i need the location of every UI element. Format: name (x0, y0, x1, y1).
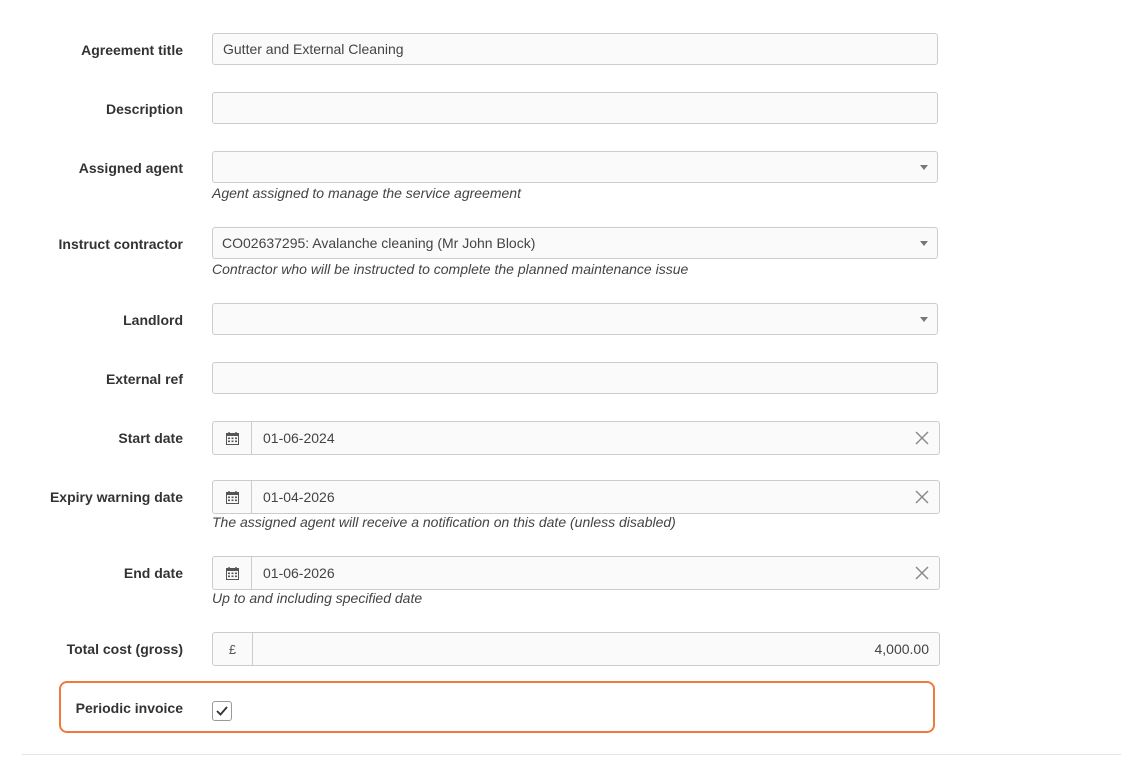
calendar-icon[interactable] (213, 557, 252, 589)
close-icon[interactable] (915, 490, 929, 504)
chevron-down-icon (920, 317, 928, 322)
instruct-contractor-label: Instruct contractor (58, 236, 183, 252)
chevron-down-icon (920, 241, 928, 246)
end-date-picker[interactable]: 01-06-2026 (212, 556, 940, 590)
total-cost-value: 4,000.00 (874, 641, 930, 657)
divider (22, 754, 1121, 755)
expiry-warning-date-label: Expiry warning date (49, 489, 183, 505)
periodic-invoice-checkbox[interactable] (212, 701, 232, 721)
landlord-select[interactable] (212, 303, 938, 335)
expiry-warning-date-help: The assigned agent will receive a notifi… (212, 514, 676, 530)
start-date-label: Start date (118, 430, 183, 446)
description-input[interactable] (212, 92, 938, 124)
expiry-warning-date-picker[interactable]: 01-04-2026 (212, 480, 940, 514)
calendar-icon[interactable] (213, 481, 252, 513)
assigned-agent-help: Agent assigned to manage the service agr… (212, 185, 521, 201)
description-label: Description (105, 101, 183, 117)
agreement-title-input[interactable]: Gutter and External Cleaning (212, 33, 938, 65)
assigned-agent-select[interactable] (212, 151, 938, 183)
total-cost-input[interactable]: £ 4,000.00 (212, 632, 940, 666)
landlord-label: Landlord (123, 312, 183, 328)
currency-addon: £ (213, 633, 253, 665)
checkmark-icon (216, 706, 228, 716)
calendar-icon[interactable] (213, 422, 252, 454)
close-icon[interactable] (915, 566, 929, 580)
agreement-title-label: Agreement title (81, 42, 183, 58)
chevron-down-icon (920, 165, 928, 170)
total-cost-label: Total cost (gross) (66, 641, 183, 657)
expiry-warning-date-value: 01-04-2026 (263, 489, 335, 505)
start-date-value: 01-06-2024 (263, 430, 335, 446)
assigned-agent-label: Assigned agent (78, 160, 183, 176)
instruct-contractor-value: CO02637295: Avalanche cleaning (Mr John … (222, 235, 536, 251)
close-icon[interactable] (915, 431, 929, 445)
end-date-help: Up to and including specified date (212, 590, 423, 606)
instruct-contractor-select[interactable]: CO02637295: Avalanche cleaning (Mr John … (212, 227, 938, 259)
end-date-label: End date (123, 565, 183, 581)
external-ref-label: External ref (105, 371, 183, 387)
periodic-invoice-highlight (59, 681, 935, 733)
instruct-contractor-help: Contractor who will be instructed to com… (212, 261, 689, 277)
external-ref-input[interactable] (212, 362, 938, 394)
start-date-picker[interactable]: 01-06-2024 (212, 421, 940, 455)
end-date-value: 01-06-2026 (263, 565, 335, 581)
periodic-invoice-label: Periodic invoice (75, 700, 183, 716)
